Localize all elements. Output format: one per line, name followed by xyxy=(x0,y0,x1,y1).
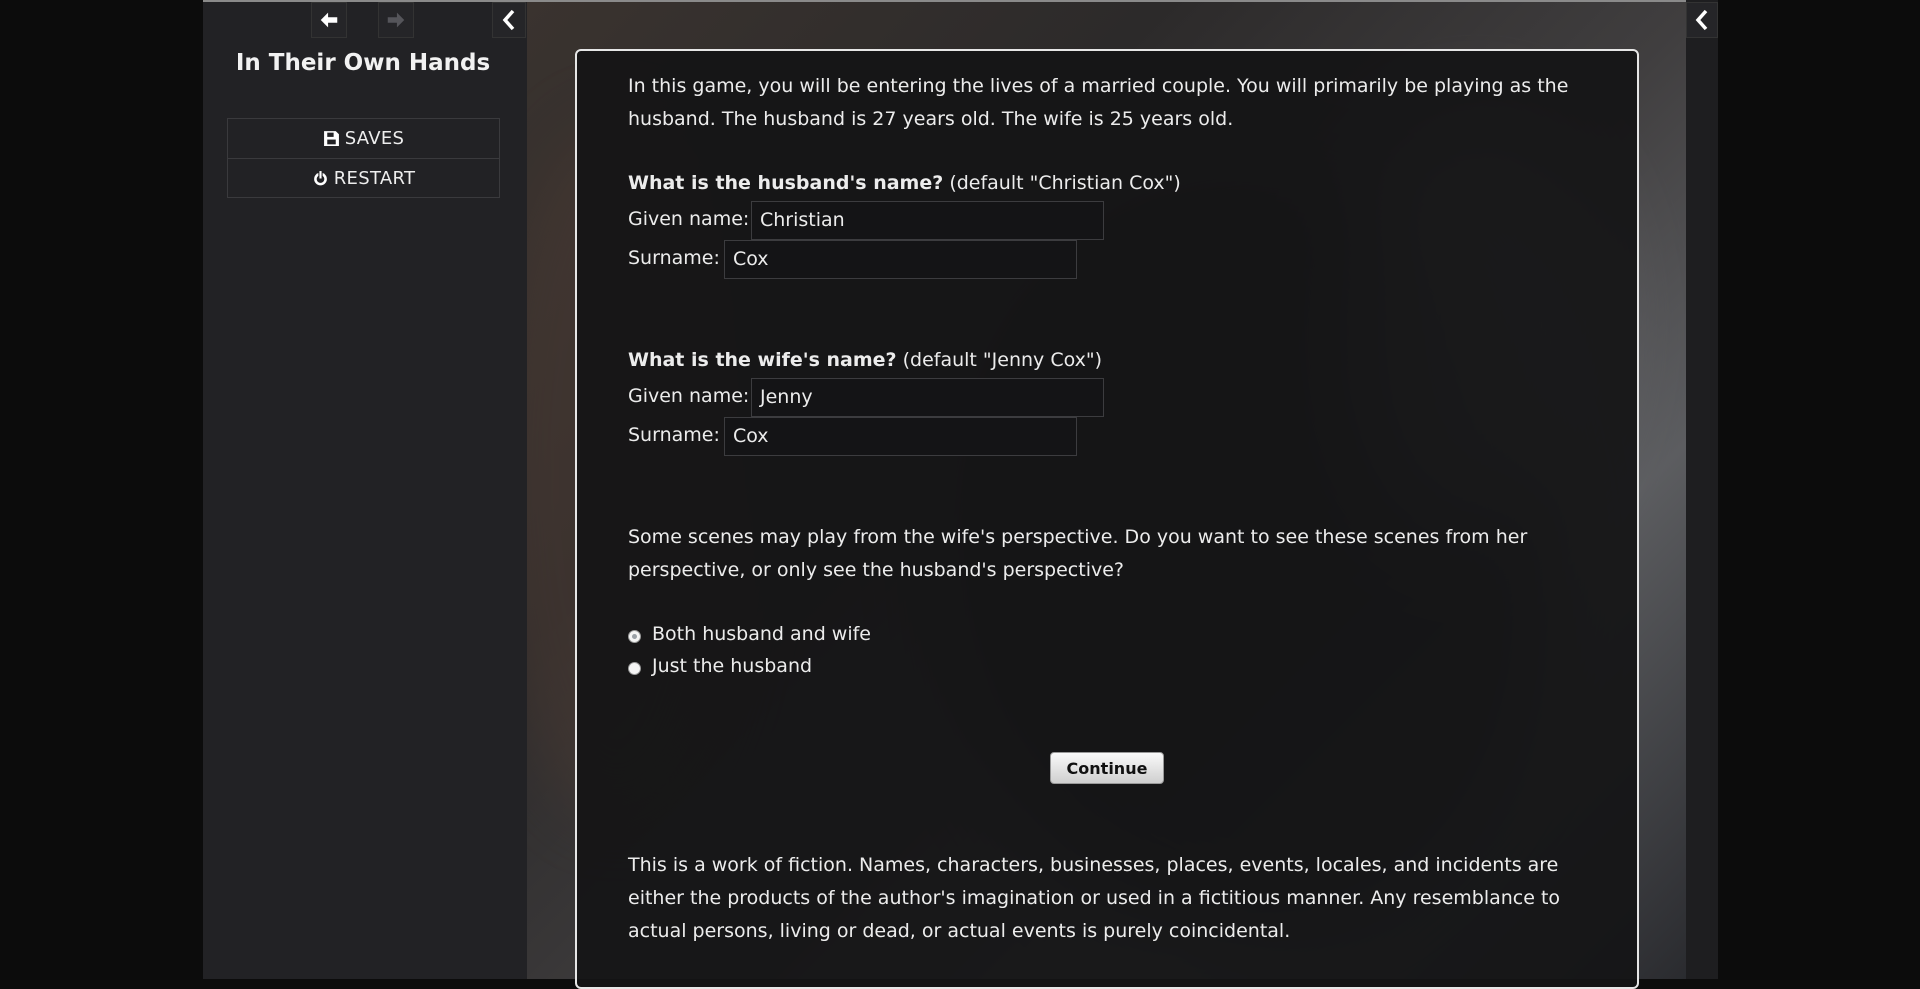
history-back-button[interactable] xyxy=(311,2,347,38)
husband-surname-label: Surname: xyxy=(628,247,720,269)
radio-husband-only-label[interactable]: Just the husband xyxy=(652,655,812,677)
right-panel-toggle-button[interactable] xyxy=(1686,2,1718,38)
chevron-left-icon xyxy=(502,9,515,31)
restart-button[interactable]: RESTART xyxy=(228,158,499,197)
radio-both-label[interactable]: Both husband and wife xyxy=(652,623,871,645)
husband-question: What is the husband's name? (default "Ch… xyxy=(628,172,1181,194)
saves-label: SAVES xyxy=(344,128,405,149)
save-icon xyxy=(323,131,339,146)
wife-question: What is the wife's name? (default "Jenny… xyxy=(628,349,1102,371)
intro-text: In this game, you will be entering the l… xyxy=(628,75,1569,130)
wife-surname-field[interactable]: Cox xyxy=(724,417,1077,456)
wife-surname-label: Surname: xyxy=(628,424,720,446)
wife-question-label: What is the wife's name? xyxy=(628,349,897,371)
saves-button[interactable]: SAVES xyxy=(228,119,499,158)
perspective-text: Some scenes may play from the wife's per… xyxy=(628,526,1528,581)
wife-given-name-field[interactable]: Jenny xyxy=(751,378,1104,417)
arrow-right-icon xyxy=(387,12,405,28)
wife-default-note: (default "Jenny Cox") xyxy=(902,349,1103,371)
wife-given-label: Given name: xyxy=(628,385,750,407)
radio-both[interactable] xyxy=(628,630,641,643)
chevron-left-icon xyxy=(1695,9,1708,31)
husband-question-label: What is the husband's name? xyxy=(628,172,944,194)
husband-given-name-field[interactable]: Christian xyxy=(751,201,1104,240)
history-forward-button[interactable] xyxy=(378,2,414,38)
continue-button[interactable]: Continue xyxy=(1050,752,1164,784)
disclaimer-text: This is a work of fiction. Names, charac… xyxy=(628,854,1561,942)
radio-husband-only[interactable] xyxy=(628,662,641,675)
husband-default-note: (default "Christian Cox") xyxy=(949,172,1181,194)
power-icon xyxy=(313,170,327,185)
sidebar-collapse-button[interactable] xyxy=(492,2,526,38)
right-panel xyxy=(1686,0,1718,979)
restart-label: RESTART xyxy=(333,167,416,189)
sidebar-menu: SAVES RESTART xyxy=(227,118,500,198)
husband-surname-field[interactable]: Cox xyxy=(724,240,1077,279)
story-title: In Their Own Hands xyxy=(235,50,491,76)
arrow-left-icon xyxy=(320,12,338,28)
husband-given-label: Given name: xyxy=(628,208,750,230)
